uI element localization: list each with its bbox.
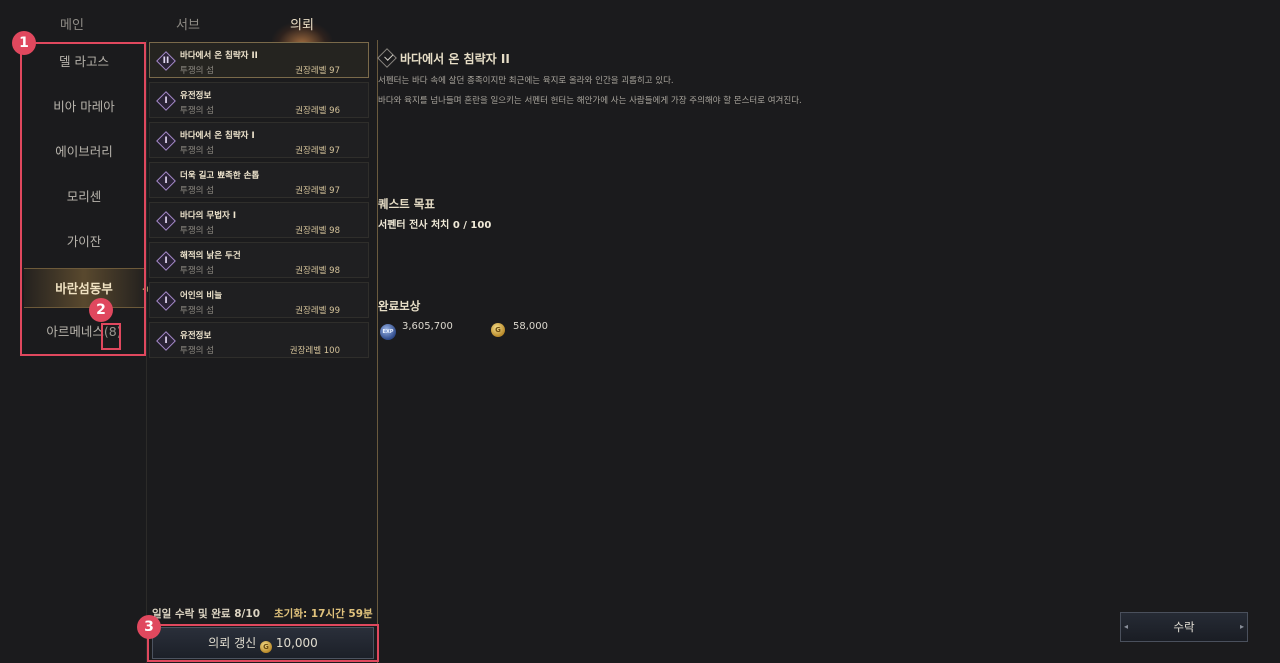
- quest-grade-icon: I: [156, 251, 176, 271]
- quest-item[interactable]: I 유전정보 투쟁의 섬 권장레벨 100: [149, 322, 369, 358]
- quest-zone: 투쟁의 섬: [180, 106, 214, 116]
- quest-grade-icon: II: [156, 51, 176, 71]
- tab-main[interactable]: 메인: [60, 14, 84, 33]
- annotation-badge: 1: [12, 31, 36, 55]
- quest-zone: 투쟁의 섬: [180, 226, 214, 236]
- accept-label: 수락: [1173, 620, 1195, 634]
- annotation-box-refresh: [147, 624, 379, 662]
- quest-item[interactable]: I 유전정보 투쟁의 섬 권장레벨 96: [149, 82, 369, 118]
- quest-zone: 투쟁의 섬: [180, 66, 214, 76]
- reward-exp: EXP 3,605,700: [380, 321, 453, 340]
- quest-title: 더욱 길고 뾰족한 손톱: [180, 171, 260, 181]
- reward-exp-value: 3,605,700: [402, 321, 453, 332]
- quest-item[interactable]: I 해적의 낡은 두건 투쟁의 섬 권장레벨 98: [149, 242, 369, 278]
- chevron-left-icon: ◂: [1123, 622, 1128, 631]
- tab-sub[interactable]: 서브: [176, 14, 200, 33]
- quest-item[interactable]: I 더욱 길고 뾰족한 손톱 투쟁의 섬 권장레벨 97: [149, 162, 369, 198]
- quest-level: 권장레벨 98: [295, 226, 340, 236]
- quest-title: 유전정보: [180, 331, 212, 341]
- quest-title: 바다에서 온 침략자 II: [180, 51, 258, 61]
- quest-grade-icon: I: [156, 291, 176, 311]
- objective-header: 퀘스트 목표: [378, 197, 435, 211]
- quest-level: 권장레벨 99: [295, 306, 340, 316]
- quest-description-line: 바다와 육지를 넘나들며 혼란을 일으키는 서펜터 헌터는 해안가에 사는 사람…: [378, 96, 802, 106]
- chevron-right-icon: ▸: [1239, 622, 1244, 631]
- quest-item[interactable]: I 어인의 비늘 투쟁의 섬 권장레벨 99: [149, 282, 369, 318]
- quest-list: II 바다에서 온 침략자 II 투쟁의 섬 권장레벨 97 I 유전정보 투쟁…: [146, 40, 378, 663]
- quest-window: 메인 서브 의뢰 델 라고스 비아 마레아 에이브러리 모리센 가이잔 바란섬동…: [0, 0, 1280, 663]
- quest-zone: 투쟁의 섬: [180, 346, 214, 356]
- quest-zone: 투쟁의 섬: [180, 306, 214, 316]
- tab-request[interactable]: 의뢰: [290, 14, 314, 33]
- quest-detail: 바다에서 온 침략자 II 서펜터는 바다 속에 살던 종족이지만 최근에는 육…: [377, 40, 1258, 660]
- quest-level: 권장레벨 97: [295, 146, 340, 156]
- accept-button[interactable]: ◂ 수락 ▸: [1120, 612, 1248, 642]
- exp-icon: EXP: [380, 324, 396, 340]
- quest-zone: 투쟁의 섬: [180, 146, 214, 156]
- annotation-box-count: [101, 323, 121, 350]
- reward-gold-value: 58,000: [513, 321, 548, 332]
- quest-grade-icon: I: [156, 331, 176, 351]
- quest-grade-icon: I: [156, 211, 176, 231]
- reward-gold: G 58,000: [491, 321, 548, 337]
- quest-level: 권장레벨 98: [295, 266, 340, 276]
- quest-zone: 투쟁의 섬: [180, 186, 214, 196]
- gold-coin-icon: G: [491, 323, 505, 337]
- quest-grade-icon: I: [156, 171, 176, 191]
- objective-text: 서펜터 전사 처치 0 / 100: [378, 220, 492, 231]
- reward-header: 완료보상: [378, 299, 421, 313]
- quest-detail-title: 바다에서 온 침략자 II: [400, 52, 510, 66]
- quest-title: 바다의 무법자 I: [180, 211, 237, 221]
- quest-level: 권장레벨 100: [289, 346, 340, 356]
- quest-level: 권장레벨 96: [295, 106, 340, 116]
- quest-zone: 투쟁의 섬: [180, 266, 214, 276]
- quest-level: 권장레벨 97: [295, 66, 340, 76]
- quest-item[interactable]: I 바다의 무법자 I 투쟁의 섬 권장레벨 98: [149, 202, 369, 238]
- quest-title: 해적의 낡은 두건: [180, 251, 241, 261]
- annotation-box-region-list: [20, 42, 146, 356]
- daily-accept-count: 일일 수락 및 완료 8/10: [152, 608, 260, 620]
- quest-title: 어인의 비늘: [180, 291, 223, 301]
- annotation-badge: 3: [137, 615, 161, 639]
- quest-grade-icon: I: [156, 131, 176, 151]
- quest-grade-icon: I: [156, 91, 176, 111]
- annotation-badge: 2: [89, 298, 113, 322]
- quest-item[interactable]: I 바다에서 온 침략자 I 투쟁의 섬 권장레벨 97: [149, 122, 369, 158]
- reset-timer: 초기화: 17시간 59분: [274, 608, 373, 620]
- quest-title: 유전정보: [180, 91, 212, 101]
- quest-item-selected[interactable]: II 바다에서 온 침략자 II 투쟁의 섬 권장레벨 97: [149, 42, 369, 78]
- quest-description-line: 서펜터는 바다 속에 살던 종족이지만 최근에는 육지로 올라와 인간을 괴롭히…: [378, 76, 674, 86]
- quest-level: 권장레벨 97: [295, 186, 340, 196]
- tab-bar: 메인 서브 의뢰: [20, 6, 360, 44]
- quest-title: 바다에서 온 침략자 I: [180, 131, 255, 141]
- check-icon: [377, 48, 397, 68]
